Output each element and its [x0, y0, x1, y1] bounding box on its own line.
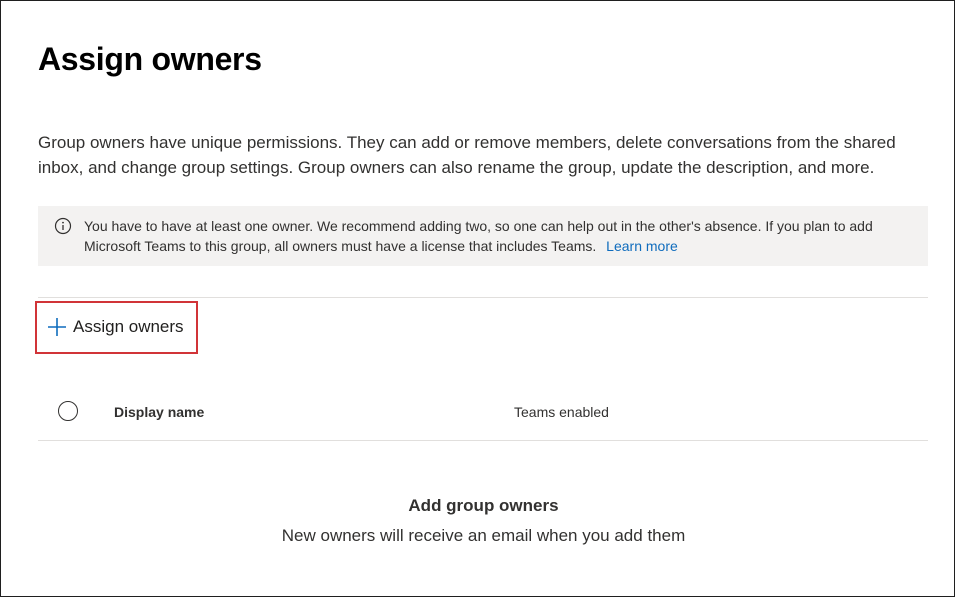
plus-icon [47, 317, 67, 337]
info-message-bar: You have to have at least one owner. We … [38, 206, 928, 266]
toolbar-divider [38, 297, 928, 298]
info-message: You have to have at least one owner. We … [84, 216, 914, 256]
column-header-teams-enabled[interactable]: Teams enabled [514, 404, 609, 420]
assign-owners-panel: Assign owners Group owners have unique p… [0, 0, 955, 597]
page-title: Assign owners [38, 41, 262, 77]
table-header-row: Display name Teams enabled [38, 385, 928, 441]
learn-more-link[interactable]: Learn more [606, 238, 678, 254]
column-header-display-name[interactable]: Display name [114, 404, 204, 420]
assign-owners-label: Assign owners [73, 317, 184, 336]
info-message-text: You have to have at least one owner. We … [84, 218, 873, 254]
select-all-checkbox[interactable] [58, 401, 78, 421]
info-icon [54, 217, 72, 235]
assign-owners-button[interactable]: Assign owners [47, 314, 184, 340]
page-description: Group owners have unique permissions. Th… [38, 133, 896, 177]
empty-state-title: Add group owners [408, 496, 559, 515]
empty-state-subtitle: New owners will receive an email when yo… [281, 526, 686, 545]
